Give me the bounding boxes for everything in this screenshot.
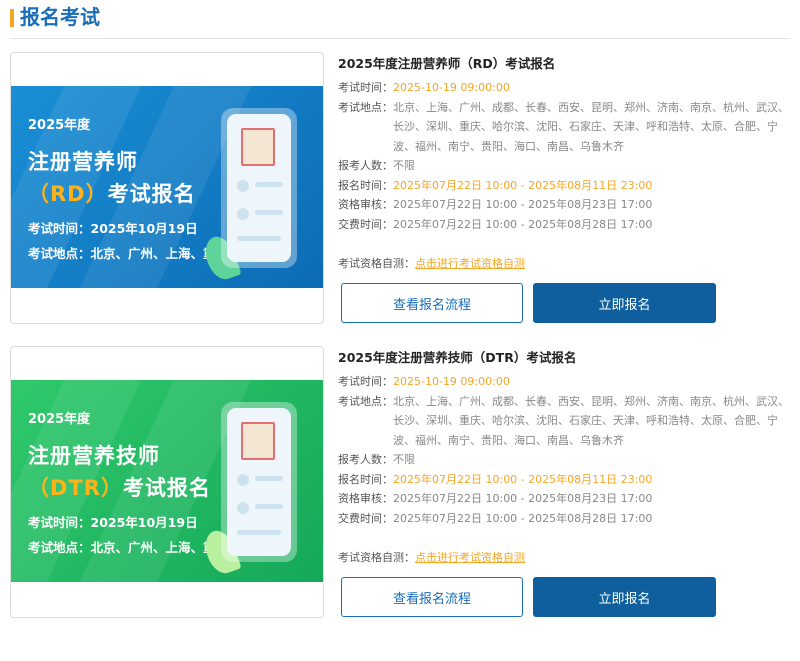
view-flow-button[interactable]: 查看报名流程 — [341, 577, 523, 617]
apply-now-button[interactable]: 立即报名 — [533, 283, 716, 323]
exam-place-label: 考试地点： — [338, 394, 393, 408]
exam-time-value: 2025-10-19 09:00:00 — [393, 81, 510, 94]
page-title: 报名考试 — [20, 5, 100, 29]
pay-time-label: 交费时间： — [338, 511, 393, 525]
phone-illustration — [221, 402, 297, 562]
exam-time-label: 考试时间： — [338, 375, 393, 388]
exam-count-label: 报考人数： — [338, 159, 393, 172]
self-check-label: 考试资格自测： — [338, 551, 415, 564]
reg-time-label: 报名时间： — [338, 178, 393, 192]
exam-count-value: 不限 — [393, 453, 415, 466]
exam-banner-card-rd[interactable]: 2025年度 注册营养师 （RD）考试报名 考试时间：2025年10月19日 考… — [10, 52, 324, 324]
banner-exam-suffix: 考试报名 — [107, 182, 196, 206]
exam-title[interactable]: 2025年度注册营养技师（DTR）考试报名 — [338, 347, 576, 366]
exam-title[interactable]: 2025年度注册营养师（RD）考试报名 — [338, 53, 555, 72]
self-check-row: 考试资格自测：点击进行考试资格自测 — [338, 255, 525, 271]
pay-time-label: 交费时间： — [338, 217, 393, 231]
self-check-label: 考试资格自测： — [338, 257, 415, 270]
view-flow-button[interactable]: 查看报名流程 — [341, 283, 523, 323]
reg-time-label: 报名时间： — [338, 472, 393, 486]
reg-time-value: 2025年07月22日 10:00 - 2025年08月11日 23:00 — [393, 178, 653, 192]
section-header: 报名考试 — [10, 0, 790, 39]
exam-banner-rd[interactable]: 2025年度 注册营养师 （RD）考试报名 考试时间：2025年10月19日 考… — [11, 86, 323, 288]
banner-exam-suffix: 考试报名 — [122, 476, 211, 500]
banner-year: 2025年度 — [28, 118, 91, 133]
banner-exam-code: （DTR） — [28, 476, 123, 500]
exam-place-value: 北京、上海、广州、成都、长春、西安、昆明、郑州、济南、南京、杭州、武汉、长沙、深… — [393, 394, 789, 447]
pay-time-value: 2025年07月22日 10:00 - 2025年08月28日 17:00 — [393, 217, 653, 231]
banner-exam-time: 考试时间：2025年10月19日 — [28, 221, 198, 236]
reg-time-value: 2025年07月22日 10:00 - 2025年08月11日 23:00 — [393, 472, 653, 486]
pay-time-value: 2025年07月22日 10:00 - 2025年08月28日 17:00 — [393, 511, 653, 525]
banner-exam-name: 注册营养技师 — [28, 444, 160, 468]
review-time-label: 资格审核： — [338, 492, 393, 505]
banner-exam-code: （RD） — [28, 182, 108, 206]
exam-count-label: 报考人数： — [338, 453, 393, 466]
exam-banner-card-dtr[interactable]: 2025年度 注册营养技师 （DTR）考试报名 考试时间：2025年10月19日… — [10, 346, 324, 618]
phone-illustration — [221, 108, 297, 268]
banner-exam-time: 考试时间：2025年10月19日 — [28, 515, 198, 530]
exam-place-value: 北京、上海、广州、成都、长春、西安、昆明、郑州、济南、南京、杭州、武汉、长沙、深… — [393, 100, 789, 153]
review-time-value: 2025年07月22日 10:00 - 2025年08月23日 17:00 — [393, 492, 653, 505]
banner-exam-code-line: （RD）考试报名 — [28, 178, 196, 208]
banner-exam-code-line: （DTR）考试报名 — [28, 472, 211, 502]
self-check-link[interactable]: 点击进行考试资格自测 — [415, 551, 525, 564]
self-check-row: 考试资格自测：点击进行考试资格自测 — [338, 549, 525, 565]
exam-place-label: 考试地点： — [338, 100, 393, 114]
review-time-label: 资格审核： — [338, 198, 393, 211]
title-accent-bar — [10, 9, 14, 27]
banner-exam-name: 注册营养师 — [28, 150, 138, 174]
exam-info: 考试时间： 2025-10-19 09:00:00 考试地点： 北京、上海、广州、成… — [338, 372, 790, 528]
exam-info: 考试时间： 2025-10-19 09:00:00 考试地点： 北京、上海、广州、成… — [338, 78, 790, 234]
self-check-link[interactable]: 点击进行考试资格自测 — [415, 257, 525, 270]
review-time-value: 2025年07月22日 10:00 - 2025年08月23日 17:00 — [393, 198, 653, 211]
exam-banner-dtr[interactable]: 2025年度 注册营养技师 （DTR）考试报名 考试时间：2025年10月19日… — [11, 380, 323, 582]
exam-time-value: 2025-10-19 09:00:00 — [393, 375, 510, 388]
banner-year: 2025年度 — [28, 412, 91, 427]
exam-count-value: 不限 — [393, 159, 415, 172]
exam-time-label: 考试时间： — [338, 81, 393, 94]
apply-now-button[interactable]: 立即报名 — [533, 577, 716, 617]
